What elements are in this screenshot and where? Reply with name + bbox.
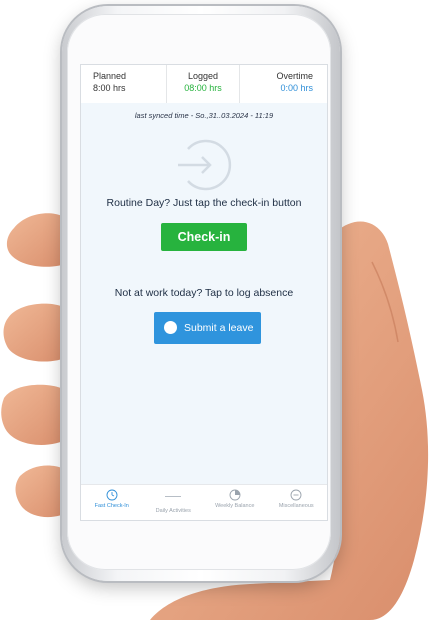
submit-leave-label: Submit a leave: [184, 322, 254, 334]
check-in-button[interactable]: Check-in: [161, 223, 247, 251]
leave-circle-icon: [164, 321, 177, 334]
planned-value: 8:00 hrs: [93, 83, 126, 93]
nav-daily-activities[interactable]: Daily Activities: [143, 485, 205, 520]
line-icon: [165, 496, 182, 497]
app-screen: Planned 8:00 hrs Logged 08:00 hrs Overti…: [80, 64, 328, 521]
logged-value: 08:00 hrs: [184, 83, 222, 93]
last-synced-text: last synced time - So.,31..03.2024 - 11:…: [134, 111, 274, 120]
overtime-value: 0:00 hrs: [280, 83, 314, 93]
clock-icon: [106, 489, 118, 501]
nav-label-daily-activities: Daily Activities: [155, 508, 191, 514]
nav-label-miscellaneous: Miscellaneous: [278, 503, 314, 509]
overtime-stat: Overtime 0:00 hrs: [240, 65, 327, 103]
planned-stat: Planned 8:00 hrs: [81, 65, 167, 103]
pie-chart-icon: [229, 489, 241, 501]
logged-stat: Logged 08:00 hrs: [167, 65, 241, 103]
nav-fast-check-in[interactable]: Fast Check-In: [81, 485, 143, 520]
submit-leave-button[interactable]: Submit a leave: [154, 312, 261, 344]
check-in-arrow-icon: [178, 139, 232, 191]
routine-day-text: Routine Day? Just tap the check-in butto…: [106, 197, 302, 209]
more-icon: [290, 489, 302, 501]
logged-label: Logged: [187, 71, 219, 81]
nav-label-fast-check-in: Fast Check-In: [94, 503, 129, 509]
nav-weekly-balance[interactable]: Weekly Balance: [204, 485, 266, 520]
planned-label: Planned: [93, 71, 127, 81]
bottom-navigation: Fast Check-In Daily Activities Weekly Ba…: [81, 484, 328, 520]
time-summary-bar: Planned 8:00 hrs Logged 08:00 hrs Overti…: [81, 65, 327, 103]
absence-prompt-text: Not at work today? Tap to log absence: [114, 287, 294, 299]
nav-label-weekly-balance: Weekly Balance: [215, 503, 255, 509]
overtime-label: Overtime: [276, 71, 314, 81]
nav-miscellaneous[interactable]: Miscellaneous: [266, 485, 328, 520]
